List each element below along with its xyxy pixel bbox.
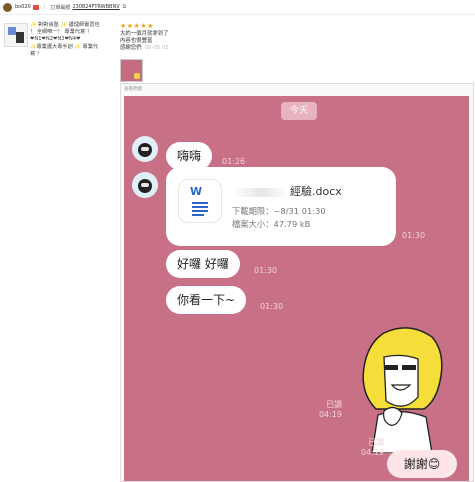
contact-avatar (132, 136, 158, 162)
review-image-thumbnail[interactable] (120, 59, 143, 82)
word-document-icon: W (178, 179, 222, 223)
copy-icon[interactable]: ⧉ (123, 4, 127, 10)
top-bar: bo020 | 訂單編號 230824FTRWBBNV ⧉ (0, 0, 475, 14)
order-label: 訂單編號 (50, 4, 71, 11)
chat-screenshot: 今天 嗨嗨 01:26 W 經驗.docx 下載期限：~8/31 01:30 檔… (124, 96, 469, 481)
file-message-card[interactable]: W 經驗.docx 下載期限：~8/31 01:30 檔案大小：47.79 kB (166, 167, 396, 246)
file-name: 經驗.docx (232, 183, 382, 199)
divider: | (43, 4, 46, 10)
product-thumbnail[interactable] (4, 23, 28, 47)
sticker-image (362, 327, 443, 453)
message-bubble: 嗨嗨 (166, 142, 213, 170)
rating-stars: ★★★★★ (120, 22, 154, 30)
order-number-link[interactable]: 230824FTRWBBNV (72, 4, 119, 10)
message-time: 01:30 (254, 266, 278, 275)
chat-icon[interactable] (32, 4, 39, 10)
view-original-link[interactable]: 查看原圖 (124, 86, 142, 92)
message-bubble: 你看一下~ (166, 286, 247, 314)
product-title-line: ❤N1❤N2❤N3❤N4❤ (30, 36, 81, 43)
read-receipt: 已讀 04:19 (360, 438, 384, 457)
redacted-text (232, 187, 290, 197)
product-title-line: ✨專業護大專手創 ✨ 專業代 (30, 43, 99, 50)
product-title[interactable]: ✨ 對對良塾 ✨ 護理師實習包 ！ 全網唯一！ 專業代寫 ！ ❤N1❤N2❤N3… (30, 22, 108, 58)
file-size: 檔案大小：47.79 kB (232, 219, 311, 229)
review-line: 感謝您們 (120, 45, 142, 52)
product-title-line: 寫 ！ (30, 50, 43, 57)
review-timestamp: 05-05 05 (144, 45, 169, 52)
header-divider (0, 14, 475, 15)
user-avatar[interactable] (3, 2, 12, 12)
message-bubble: 好囉 好囉 (166, 250, 240, 278)
message-time: 01:26 (222, 157, 246, 166)
contact-avatar (132, 172, 158, 198)
review-text: 大約一個月就拿到了 內容也很豐富 感謝您們 05-05 05 (120, 31, 240, 53)
read-receipt: 已讀 04:19 (318, 400, 342, 419)
file-deadline: 下載期限：~8/31 01:30 (232, 206, 326, 216)
product-title-line: ！ 全網唯一！ 專業代寫 ！ (30, 29, 93, 36)
message-time: 01:30 (402, 231, 426, 240)
message-time: 01:30 (260, 302, 284, 311)
username[interactable]: bo020 (15, 4, 31, 10)
date-divider: 今天 (281, 102, 317, 120)
sent-message-bubble: 謝謝😊 (387, 450, 457, 478)
review-image-viewer: 查看原圖 今天 嗨嗨 01:26 W 經驗.docx 下載期限：~8/31 01… (120, 83, 474, 482)
